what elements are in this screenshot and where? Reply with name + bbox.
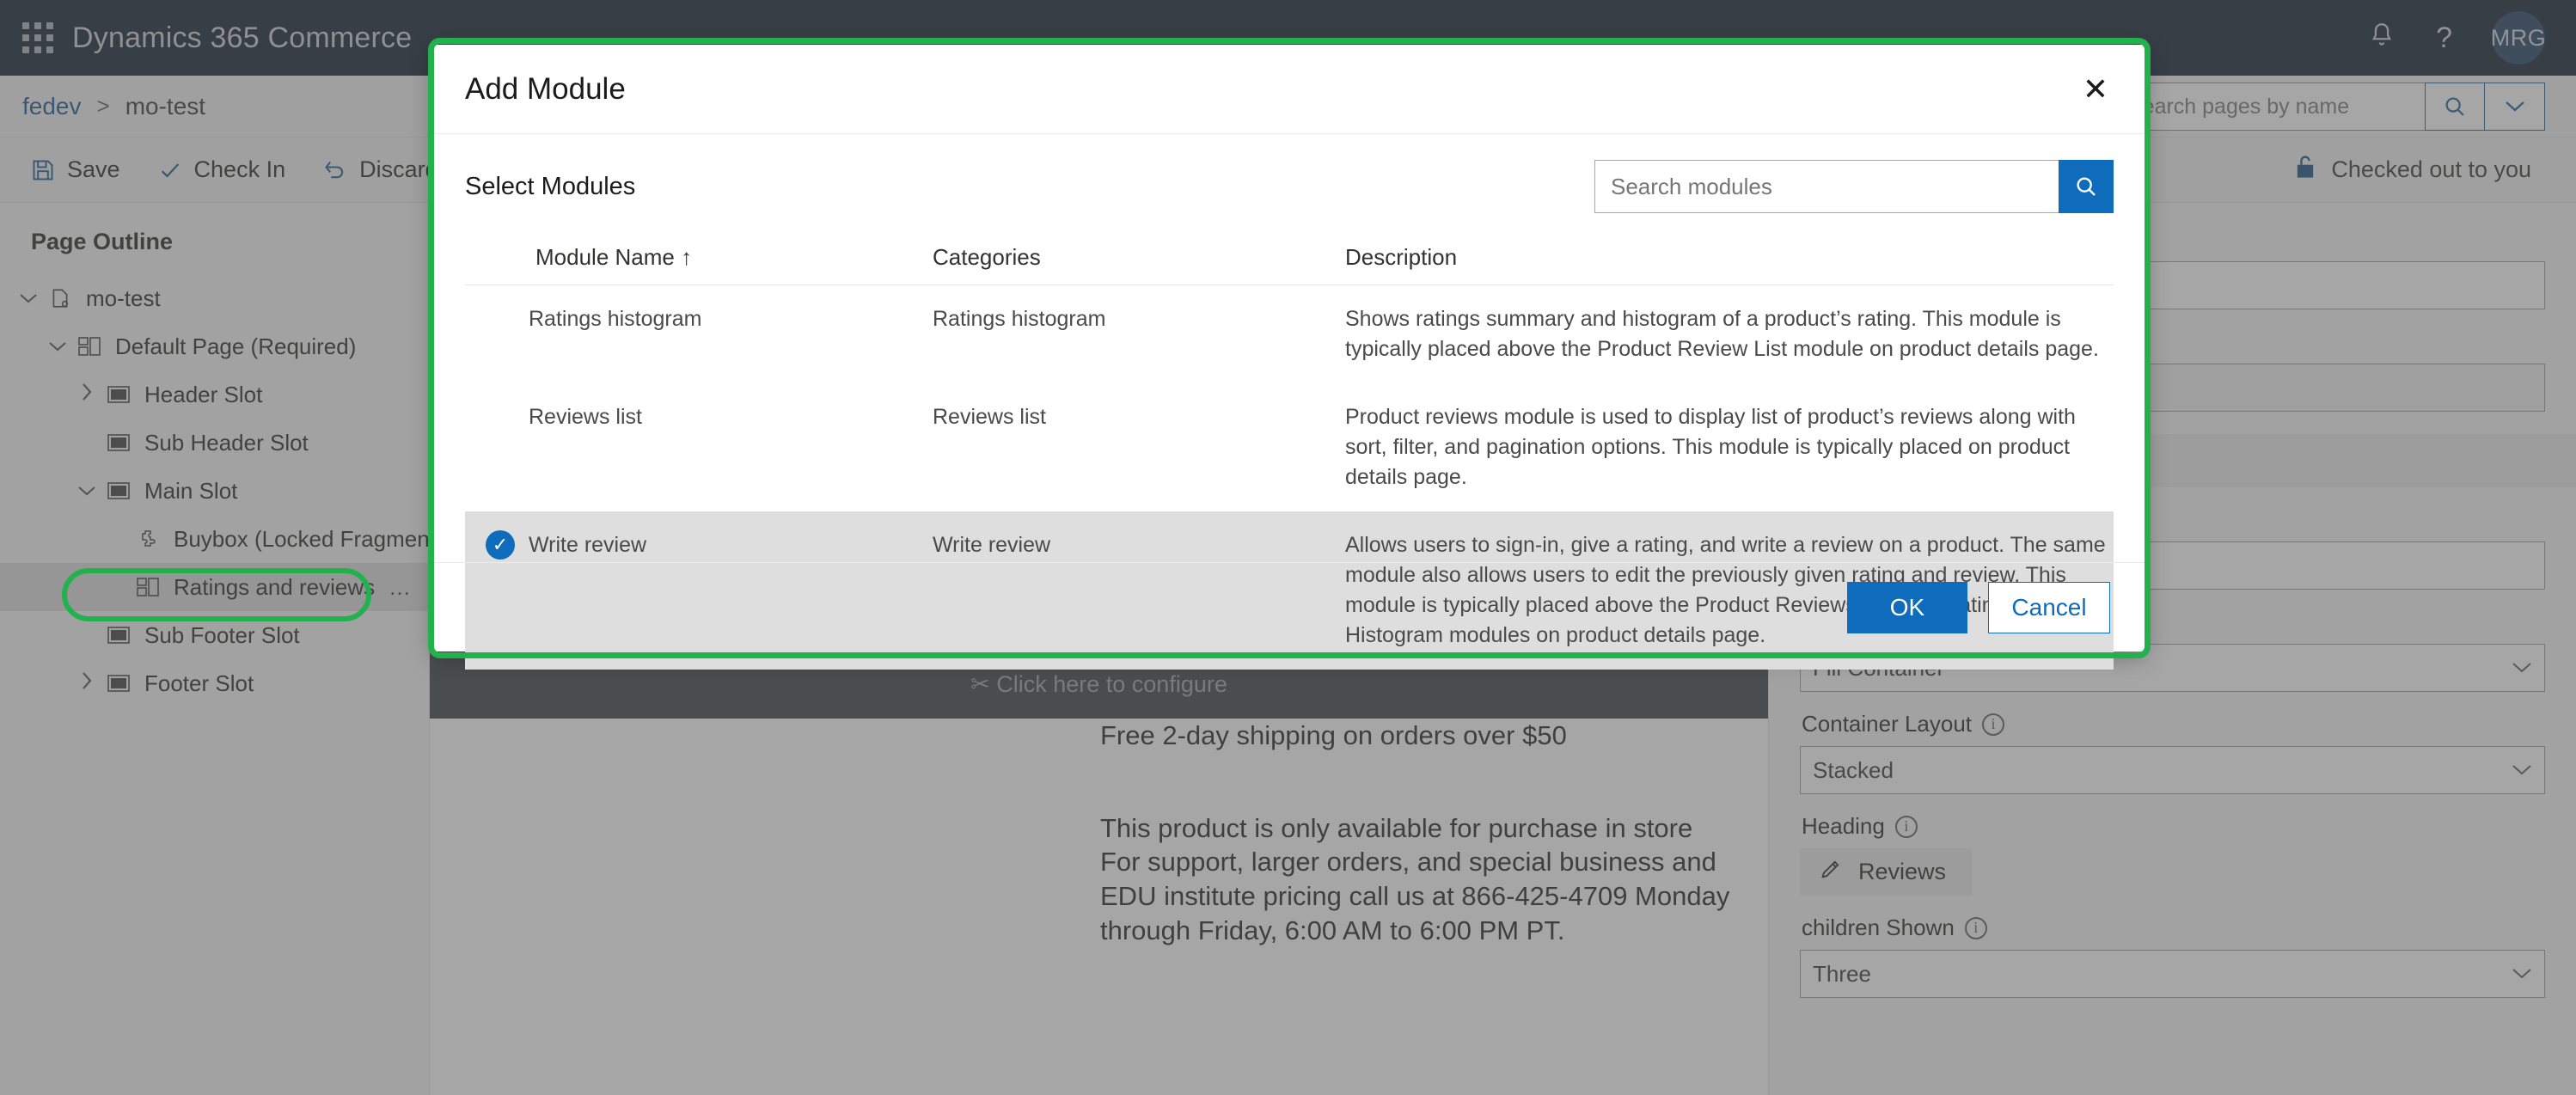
table-header-row: Module Name ↑ Categories Description [465, 244, 2114, 285]
search-icon[interactable] [2059, 160, 2114, 213]
dialog-header: Add Module ✕ [434, 45, 2145, 134]
row-category: Reviews list [933, 405, 1046, 429]
add-module-dialog: Add Module ✕ Select Modules Search modul… [434, 45, 2145, 670]
close-x-icon[interactable]: ✕ [2072, 66, 2119, 113]
checkmark-icon: ✓ [486, 530, 515, 560]
dialog-title: Add Module [465, 71, 626, 106]
row-description: Product reviews module is used to displa… [1345, 405, 2076, 489]
table-row[interactable]: Reviews list Reviews list Product reviews … [465, 383, 2114, 511]
row-checkbox[interactable] [465, 285, 529, 384]
cancel-button[interactable]: Cancel [1988, 581, 2110, 633]
categories-column-header[interactable]: Categories [933, 244, 1345, 285]
dialog-footer: OK Cancel [434, 562, 2145, 651]
select-column-header [465, 244, 529, 285]
row-category: Ratings histogram [933, 307, 1106, 331]
row-module-name: Reviews list [529, 405, 642, 429]
module-name-column-header[interactable]: Module Name ↑ [529, 244, 933, 285]
module-search [1594, 160, 2114, 213]
select-modules-label: Select Modules [465, 172, 636, 200]
row-module-name: Ratings histogram [529, 307, 702, 331]
sort-ascending-icon: ↑ [681, 244, 693, 270]
dialog-body-top: Select Modules [465, 160, 2114, 213]
description-column-header[interactable]: Description [1345, 244, 2114, 285]
row-checkbox[interactable] [465, 383, 529, 511]
table-row[interactable]: Ratings histogram Ratings histogram Shows … [465, 285, 2114, 384]
search-modules-input[interactable] [1594, 160, 2059, 213]
row-description: Shows ratings summary and histogram of a… [1345, 307, 2099, 361]
ok-button[interactable]: OK [1847, 581, 1967, 633]
